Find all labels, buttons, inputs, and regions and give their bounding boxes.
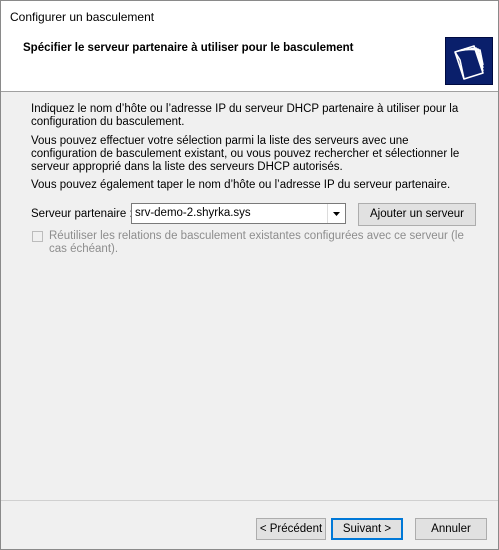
- partner-server-value[interactable]: srv-demo-2.shyrka.sys: [135, 207, 251, 219]
- previous-button[interactable]: < Précédent: [256, 518, 326, 540]
- instruction-text-2: Vous pouvez effectuer votre sélection pa…: [31, 135, 460, 173]
- partner-server-combobox[interactable]: srv-demo-2.shyrka.sys: [131, 203, 346, 224]
- folders-icon: [445, 37, 493, 85]
- add-server-button[interactable]: Ajouter un serveur: [358, 203, 476, 226]
- instruction-text-3: Vous pouvez également taper le nom d’hôt…: [31, 179, 451, 191]
- reuse-relations-label: Réutiliser les relations de basculement …: [49, 230, 464, 255]
- instruction-text-1: Indiquez le nom d’hôte ou l’adresse IP d…: [31, 103, 459, 128]
- dropdown-arrow-button[interactable]: [327, 204, 345, 223]
- wizard-window: Configurer un basculement Spécifier le s…: [0, 0, 499, 550]
- footer-divider: [1, 500, 498, 501]
- window-title: Configurer un basculement: [10, 10, 155, 24]
- cancel-button[interactable]: Annuler: [415, 518, 487, 540]
- next-button[interactable]: Suivant >: [331, 518, 403, 540]
- title-bar: Configurer un basculement: [1, 1, 498, 31]
- partner-server-label: Serveur partenaire :: [31, 208, 133, 220]
- header-title: Spécifier le serveur partenaire à utilis…: [23, 42, 354, 54]
- reuse-relations-checkbox[interactable]: [32, 231, 43, 242]
- wizard-header: Spécifier le serveur partenaire à utilis…: [1, 31, 498, 92]
- chevron-down-icon: [333, 212, 340, 216]
